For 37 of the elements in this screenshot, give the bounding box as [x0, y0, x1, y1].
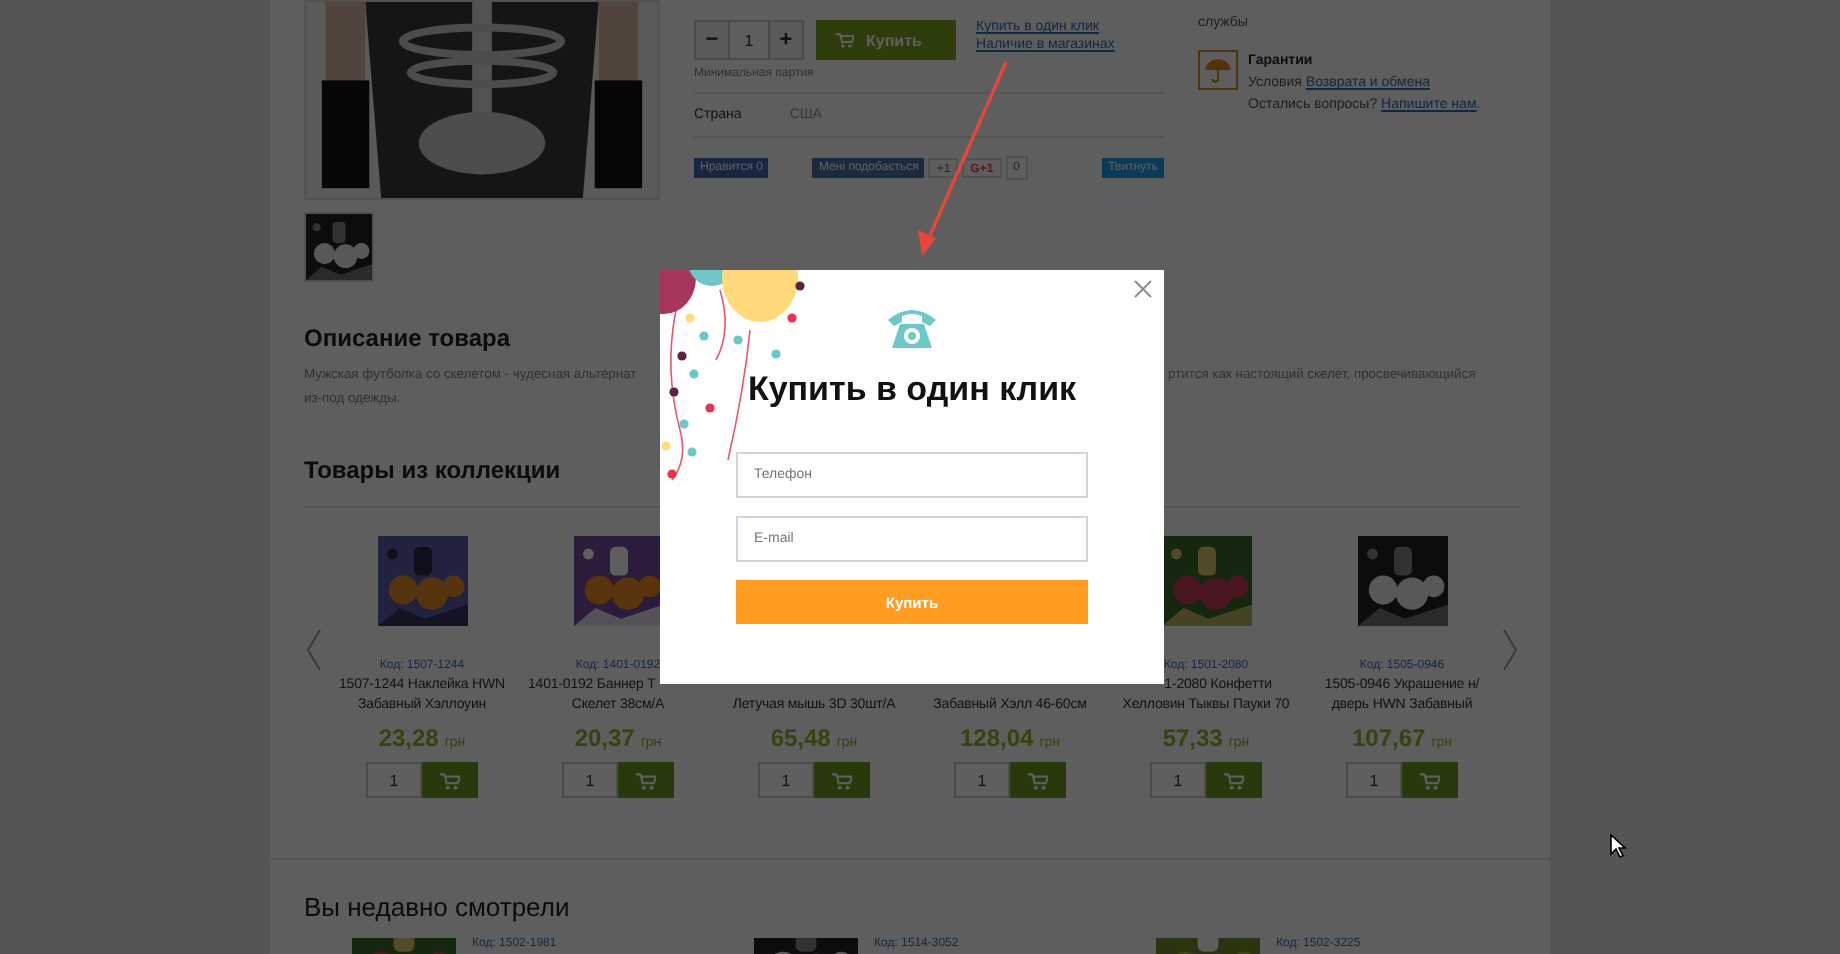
quantity-field[interactable]: 1 [758, 762, 814, 798]
quantity-field[interactable]: 1 [1346, 762, 1402, 798]
add-to-cart-button[interactable] [1206, 762, 1262, 798]
telephone-icon [886, 304, 938, 352]
add-to-cart-button[interactable] [1402, 762, 1458, 798]
quantity-field[interactable]: 1 [730, 20, 768, 60]
mouse-cursor-icon [1610, 834, 1626, 858]
buy-button[interactable]: Купить [816, 20, 956, 60]
section-title: Вы недавно смотрели [304, 892, 572, 922]
quantity-field[interactable]: 1 [1150, 762, 1206, 798]
quantity-field[interactable]: 1 [954, 762, 1010, 798]
dialog-title: Купить в один клик [747, 370, 1077, 410]
cart-icon [836, 32, 854, 48]
add-to-cart-button[interactable] [814, 762, 870, 798]
decrease-button[interactable]: − [694, 20, 730, 60]
add-to-cart-button[interactable] [422, 762, 478, 798]
add-to-cart-button[interactable] [1010, 762, 1066, 798]
increase-button[interactable]: + [768, 20, 804, 60]
product-price: 57,33 [1162, 724, 1223, 752]
add-to-cart-button[interactable] [618, 762, 674, 798]
section-title: Товары из коллекции [304, 456, 561, 488]
close-icon[interactable] [1134, 280, 1152, 298]
quantity-field[interactable]: 1 [562, 762, 618, 798]
product-price: 107,67 [1351, 724, 1426, 752]
cart-icon [1224, 771, 1244, 789]
product-price: 128,04 [959, 724, 1034, 752]
product-price: 65,48 [770, 724, 831, 752]
cart-icon [832, 771, 852, 789]
quantity-field[interactable]: 1 [366, 762, 422, 798]
cart-icon [1420, 771, 1440, 789]
cart-icon [636, 771, 656, 789]
product-price: 23,28 [378, 724, 439, 752]
umbrella-icon [1198, 50, 1238, 90]
product-price: 20,37 [574, 724, 635, 752]
cart-icon [1028, 771, 1048, 789]
section-title: Описание товара [304, 324, 511, 352]
cart-icon [440, 771, 460, 789]
